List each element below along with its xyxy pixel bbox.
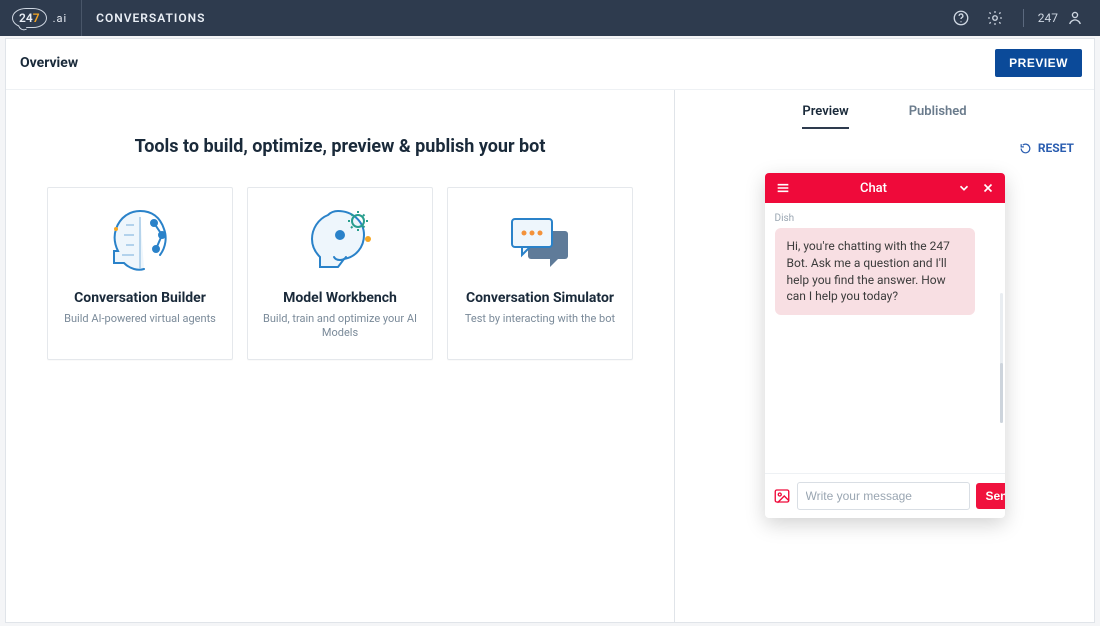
- reset-icon: [1019, 142, 1032, 155]
- chat-minimize-icon[interactable]: [957, 181, 971, 195]
- chat-title: Chat: [791, 181, 957, 196]
- chat-header: Chat: [765, 173, 1005, 203]
- card-conversation-builder[interactable]: Conversation Builder Build AI-powered vi…: [47, 187, 233, 360]
- chat-widget: Chat Dish Hi, you're chatting with: [765, 173, 1005, 518]
- page-header: Overview PREVIEW: [6, 39, 1094, 90]
- tab-preview[interactable]: Preview: [802, 104, 848, 129]
- chat-body: Dish Hi, you're chatting with the 247 Bo…: [765, 203, 1005, 473]
- chat-input[interactable]: [797, 482, 970, 510]
- chat-bot-name: Dish: [775, 213, 995, 224]
- logo-icon: 247: [12, 8, 47, 28]
- preview-button[interactable]: PREVIEW: [995, 49, 1082, 77]
- attach-image-icon[interactable]: [773, 486, 791, 506]
- chat-message-bot: Hi, you're chatting with the 247 Bot. As…: [775, 228, 975, 315]
- card-desc: Test by interacting with the bot: [458, 312, 622, 326]
- chat-input-row: Send: [765, 473, 1005, 518]
- logo-24: 24: [19, 11, 33, 25]
- gear-icon[interactable]: [985, 8, 1005, 28]
- chat-menu-icon[interactable]: [775, 180, 791, 196]
- reset-button[interactable]: RESET: [1019, 141, 1074, 155]
- preview-panel: Preview Published RESET Chat: [674, 90, 1094, 622]
- card-title: Model Workbench: [258, 290, 422, 306]
- tab-published[interactable]: Published: [909, 104, 967, 129]
- card-title: Conversation Simulator: [458, 290, 622, 306]
- conversation-simulator-icon: [458, 204, 622, 280]
- logo-suffix: .ai: [53, 12, 68, 25]
- main-content: Tools to build, optimize, preview & publ…: [6, 90, 674, 622]
- separator: [1023, 9, 1024, 27]
- chat-scrollbar[interactable]: [1000, 293, 1003, 423]
- card-title: Conversation Builder: [58, 290, 222, 306]
- page: Overview PREVIEW Tools to build, optimiz…: [5, 38, 1095, 623]
- chat-close-icon[interactable]: [981, 181, 995, 195]
- model-workbench-icon: [258, 204, 422, 280]
- user-menu[interactable]: 247: [1038, 9, 1084, 27]
- card-desc: Build AI-powered virtual agents: [58, 312, 222, 326]
- reset-label: RESET: [1038, 141, 1074, 155]
- page-title: Overview: [20, 55, 78, 71]
- app-title: CONVERSATIONS: [82, 11, 205, 25]
- topbar: 247 .ai CONVERSATIONS 247: [0, 0, 1100, 36]
- tool-cards: Conversation Builder Build AI-powered vi…: [26, 187, 654, 360]
- card-conversation-simulator[interactable]: Conversation Simulator Test by interacti…: [447, 187, 633, 360]
- brand-logo[interactable]: 247 .ai: [12, 0, 82, 36]
- user-label: 247: [1038, 11, 1058, 25]
- user-icon: [1066, 9, 1084, 27]
- preview-tabs: Preview Published: [675, 90, 1094, 135]
- card-model-workbench[interactable]: Model Workbench Build, train and optimiz…: [247, 187, 433, 360]
- conversation-builder-icon: [58, 204, 222, 280]
- help-icon[interactable]: [951, 8, 971, 28]
- logo-7: 7: [33, 11, 40, 25]
- hero-heading: Tools to build, optimize, preview & publ…: [26, 114, 654, 187]
- chat-send-button[interactable]: Send: [976, 483, 1005, 509]
- card-desc: Build, train and optimize your AI Models: [258, 312, 422, 341]
- chat-scrollbar-thumb[interactable]: [1000, 363, 1003, 423]
